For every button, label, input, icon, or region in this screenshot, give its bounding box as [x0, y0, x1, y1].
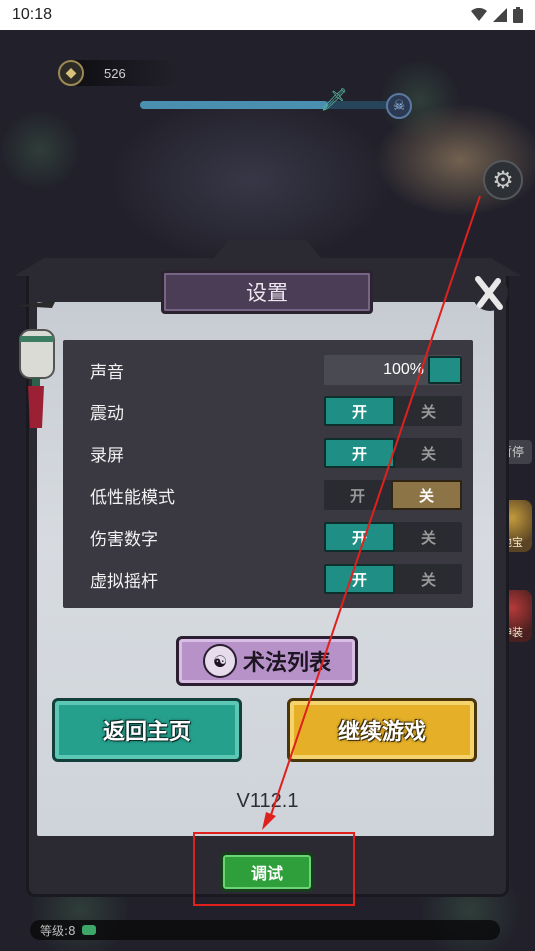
spell-list-button[interactable]: ☯ 术法列表	[176, 636, 358, 686]
setting-row-sound: 声音 100%	[90, 354, 462, 386]
damage-numbers-toggle[interactable]: 开 关	[324, 522, 462, 552]
toggle-off-option[interactable]: 关	[395, 522, 462, 552]
settings-title: 设置	[161, 270, 373, 314]
sword-icon: 🗡	[320, 88, 348, 113]
toggle-off-option[interactable]: 关	[395, 396, 462, 426]
version-label: V112.1	[236, 790, 299, 812]
low-performance-toggle[interactable]: 开 关	[324, 480, 462, 510]
toggle-on-option[interactable]: 开	[324, 438, 395, 468]
volume-value: 100%	[383, 361, 424, 378]
continue-game-button[interactable]: 继续游戏	[287, 698, 477, 762]
signal-icon	[493, 8, 507, 22]
setting-row-screen-record: 录屏 开 关	[90, 437, 462, 469]
toggle-off-option[interactable]: 关	[395, 564, 462, 594]
setting-label: 声音	[90, 362, 124, 383]
level-bar: 等级:8	[30, 920, 500, 940]
spell-list-label: 术法列表	[242, 651, 331, 676]
lantern-decoration	[18, 300, 56, 428]
volume-slider[interactable]: 100%	[324, 355, 462, 385]
coin-counter: ◆ 526	[58, 60, 178, 86]
toggle-on-option[interactable]: 开	[324, 564, 395, 594]
toggle-on-option[interactable]: 开	[324, 480, 391, 510]
wave-progress-fill	[140, 101, 328, 109]
coin-icon: ◆	[58, 60, 84, 86]
close-button[interactable]	[463, 270, 513, 316]
volume-slider-knob[interactable]	[428, 356, 462, 384]
status-bar: 10:18	[0, 0, 535, 30]
coin-value: 526	[104, 65, 126, 81]
setting-row-low-performance: 低性能模式 开 关	[90, 479, 462, 511]
setting-label: 伤害数字	[90, 529, 158, 550]
level-label: 等级:8	[40, 923, 76, 938]
toggle-on-option[interactable]: 开	[324, 522, 395, 552]
battery-icon	[513, 7, 523, 23]
toggle-off-option[interactable]: 关	[391, 480, 462, 510]
setting-row-damage-numbers: 伤害数字 开 关	[90, 521, 462, 553]
setting-label: 虚拟摇杆	[90, 571, 158, 592]
toggle-on-option[interactable]: 开	[324, 396, 395, 426]
setting-label: 录屏	[90, 445, 124, 466]
wave-progress-bar	[140, 101, 390, 109]
level-progress-fill	[81, 925, 96, 935]
close-icon	[472, 275, 508, 311]
wifi-icon	[471, 8, 487, 21]
spell-scroll-icon: ☯	[202, 644, 237, 678]
screen-record-toggle[interactable]: 开 关	[324, 438, 462, 468]
return-home-button[interactable]: 返回主页	[52, 698, 242, 762]
setting-row-vibration: 震动 开 关	[90, 395, 462, 427]
status-icons	[471, 7, 523, 23]
setting-row-virtual-joystick: 虚拟摇杆 开 关	[90, 563, 462, 595]
setting-label: 低性能模式	[90, 487, 175, 508]
virtual-joystick-toggle[interactable]: 开 关	[324, 564, 462, 594]
status-time: 10:18	[12, 6, 53, 23]
gear-icon[interactable]: ⚙	[483, 160, 523, 200]
boss-icon: ☠	[386, 93, 412, 119]
vibration-toggle[interactable]: 开 关	[324, 396, 462, 426]
toggle-off-option[interactable]: 关	[395, 438, 462, 468]
setting-label: 震动	[90, 403, 124, 424]
annotation-highlight-box	[193, 832, 355, 906]
